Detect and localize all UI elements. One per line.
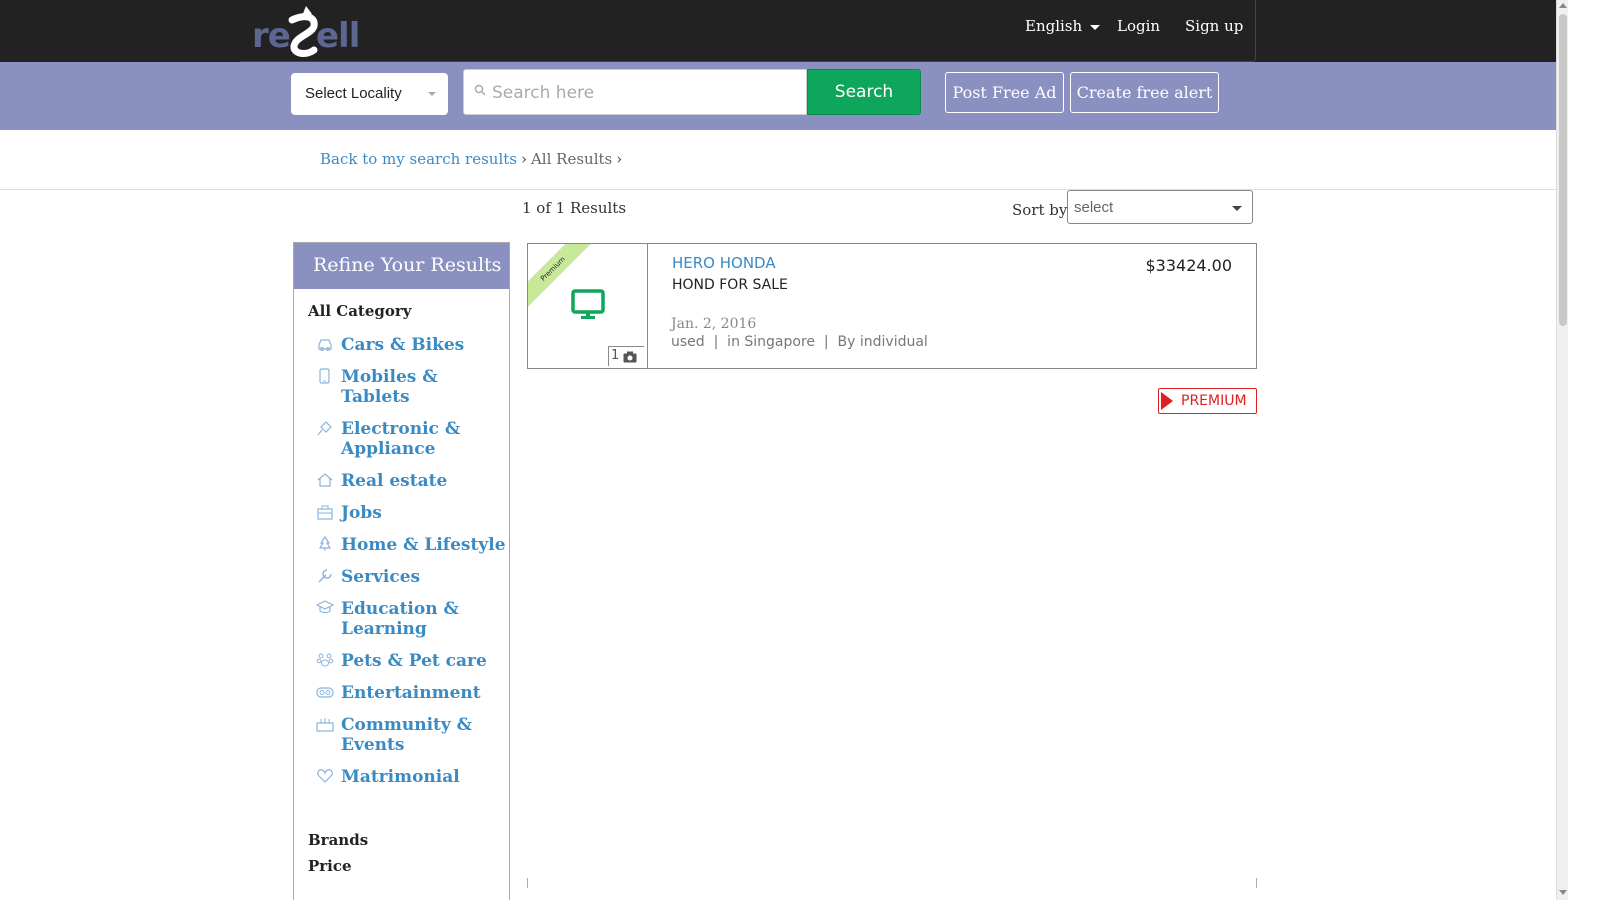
chevron-down-icon xyxy=(1232,206,1242,211)
divider xyxy=(0,189,1556,190)
search-icon xyxy=(474,84,486,96)
language-dropdown[interactable]: English xyxy=(1025,17,1101,35)
listing-subtitle: HOND FOR SALE xyxy=(672,277,788,293)
refine-sidebar: Refine Your Results All Category Cars & … xyxy=(293,242,510,900)
right-gutter xyxy=(1568,0,1600,900)
breadcrumb-separator: › xyxy=(520,150,527,168)
plug-icon xyxy=(317,421,332,436)
all-category-heading[interactable]: All Category xyxy=(308,302,412,320)
wrench-icon xyxy=(318,569,332,583)
category-label: Electronic & Appliance xyxy=(341,419,461,459)
sidebar-item-matrimonial[interactable]: Matrimonial xyxy=(316,767,506,787)
locality-label: Select Locality xyxy=(305,85,402,102)
sort-select[interactable]: select xyxy=(1067,190,1253,224)
category-label: Jobs xyxy=(341,503,382,523)
sidebar-item-education-learning[interactable]: Education & Learning xyxy=(316,599,506,639)
photo-count-value: 1 xyxy=(611,348,620,363)
site-logo[interactable]: re ell xyxy=(252,2,372,60)
listing-card[interactable]: Premium 1 HERO HONDA HOND FOR SALE Jan. … xyxy=(527,243,1257,369)
language-label: English xyxy=(1025,17,1083,35)
signup-link[interactable]: Sign up xyxy=(1185,17,1243,35)
login-link[interactable]: Login xyxy=(1117,17,1160,35)
category-label: Education & Learning xyxy=(341,599,459,639)
sidebar-item-jobs[interactable]: Jobs xyxy=(316,503,506,523)
page-scrollbar[interactable] xyxy=(1556,0,1568,900)
breadcrumb-separator: › xyxy=(616,150,623,168)
premium-badge-label: PREMIUM xyxy=(1181,393,1247,409)
paw-icon xyxy=(316,653,334,667)
house-icon xyxy=(317,473,333,487)
sidebar-item-home-lifestyle[interactable]: Home & Lifestyle xyxy=(316,535,506,555)
sidebar-item-cars-bikes[interactable]: Cars & Bikes xyxy=(316,335,506,355)
mobile-icon xyxy=(319,368,330,384)
search-button[interactable]: Search xyxy=(807,69,921,115)
category-label: Pets & Pet care xyxy=(341,651,487,671)
graduation-cap-icon xyxy=(316,600,334,614)
gamepad-icon xyxy=(316,687,334,698)
photo-count: 1 xyxy=(608,346,644,366)
navbar-container xyxy=(240,0,1256,62)
svg-text:ell: ell xyxy=(316,16,359,56)
breadcrumb: Back to my search results › All Results › xyxy=(320,150,626,168)
listing-date: Jan. 2, 2016 xyxy=(671,316,757,332)
category-list: Cars & Bikes Mobiles & Tablets Electroni… xyxy=(316,335,506,799)
monitor-icon xyxy=(571,289,605,319)
locality-select[interactable]: Select Locality xyxy=(291,73,448,115)
search-input[interactable] xyxy=(492,80,792,106)
scrollbar-thumb[interactable] xyxy=(1559,14,1567,326)
category-label: Cars & Bikes xyxy=(341,335,465,355)
listing-meta: used | in Singapore | By individual xyxy=(671,334,928,350)
listing-thumbnail[interactable]: Premium 1 xyxy=(528,244,648,368)
sidebar-item-pets[interactable]: Pets & Pet care xyxy=(316,651,506,671)
brands-heading[interactable]: Brands xyxy=(308,831,368,849)
next-listing-card-partial xyxy=(527,878,1257,888)
listing-title[interactable]: HERO HONDA xyxy=(672,254,776,272)
result-count: 1 of 1 Results xyxy=(522,199,627,217)
svg-text:re: re xyxy=(252,16,290,56)
category-label: Community & Events xyxy=(341,715,473,755)
chevron-down-icon xyxy=(428,92,436,96)
premium-badge[interactable]: PREMIUM xyxy=(1158,388,1257,414)
category-label: Home & Lifestyle xyxy=(341,535,506,555)
sidebar-heading: Refine Your Results xyxy=(294,243,509,289)
sidebar-item-electronic-appliance[interactable]: Electronic & Appliance xyxy=(316,419,506,459)
heart-icon xyxy=(317,769,333,783)
category-label: Mobiles & Tablets xyxy=(341,367,438,407)
sidebar-item-services[interactable]: Services xyxy=(316,567,506,587)
play-icon xyxy=(1161,392,1173,410)
scroll-up-icon[interactable] xyxy=(1559,3,1567,8)
category-label: Entertainment xyxy=(341,683,481,703)
post-free-ad-button[interactable]: Post Free Ad xyxy=(945,72,1064,113)
sort-value: select xyxy=(1074,199,1114,216)
back-to-results-link[interactable]: Back to my search results xyxy=(320,150,517,168)
sort-by-label: Sort by xyxy=(1012,201,1068,219)
sidebar-item-real-estate[interactable]: Real estate xyxy=(316,471,506,491)
chevron-down-icon xyxy=(1090,24,1101,30)
sidebar-item-mobiles-tablets[interactable]: Mobiles & Tablets xyxy=(316,367,506,407)
camera-icon xyxy=(623,351,637,363)
car-icon xyxy=(318,339,332,351)
category-label: Real estate xyxy=(341,471,448,491)
scroll-down-icon[interactable] xyxy=(1559,890,1567,895)
sidebar-item-community-events[interactable]: Community & Events xyxy=(316,715,506,755)
people-icon xyxy=(316,718,334,732)
briefcase-icon xyxy=(317,505,333,520)
search-field[interactable] xyxy=(463,69,807,115)
top-navbar xyxy=(0,0,1568,62)
price-heading[interactable]: Price xyxy=(308,857,352,875)
category-label: Matrimonial xyxy=(341,767,460,787)
breadcrumb-current: All Results xyxy=(530,150,613,168)
category-label: Services xyxy=(341,567,421,587)
create-alert-button[interactable]: Create free alert xyxy=(1070,72,1219,113)
sidebar-item-entertainment[interactable]: Entertainment xyxy=(316,683,506,703)
tree-icon xyxy=(318,535,332,551)
listing-price: $33424.00 xyxy=(1145,256,1232,275)
